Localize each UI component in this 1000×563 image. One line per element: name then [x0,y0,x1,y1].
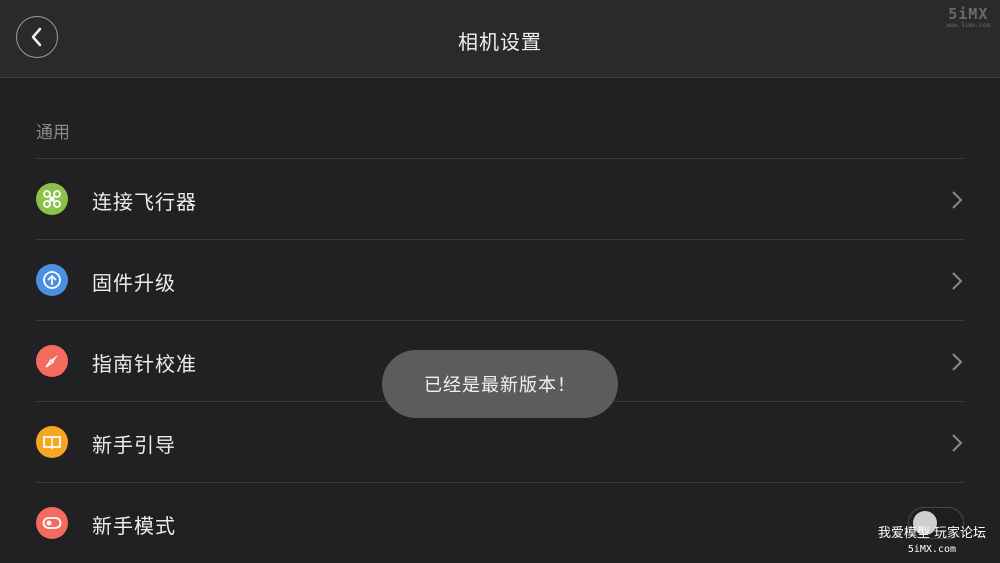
top-bar: 相机设置 5iMX www.5imx.com [0,0,1000,78]
list-item-label: 新手模式 [92,514,176,538]
list-item-connect-aircraft[interactable]: 连接飞行器 [36,158,964,239]
chevron-right-icon [952,434,963,452]
watermark-logo: 5iMX www.5imx.com [946,5,990,29]
toggle-mode-icon [36,507,68,539]
list-item-firmware-upgrade[interactable]: 固件升级 [36,239,964,320]
list-item-label: 固件升级 [92,271,176,295]
watermark-footer: 我爱模型 玩家论坛 5iMX.com [877,526,986,555]
drone-icon [36,183,68,215]
book-icon [36,426,68,458]
list-item-label: 新手引导 [92,433,176,457]
chevron-right-icon [952,191,963,209]
list-item-label: 指南针校准 [92,352,197,376]
chevron-right-icon [952,272,963,290]
page-title: 相机设置 [458,30,542,54]
upgrade-icon [36,264,68,296]
toast-message: 已经是最新版本！ [382,350,618,418]
compass-icon [36,345,68,377]
chevron-right-icon [952,353,963,371]
list-item-beginner-mode: 新手模式 [36,482,964,563]
section-label-general: 通用 [36,123,70,143]
list-item-label: 连接飞行器 [92,190,197,214]
